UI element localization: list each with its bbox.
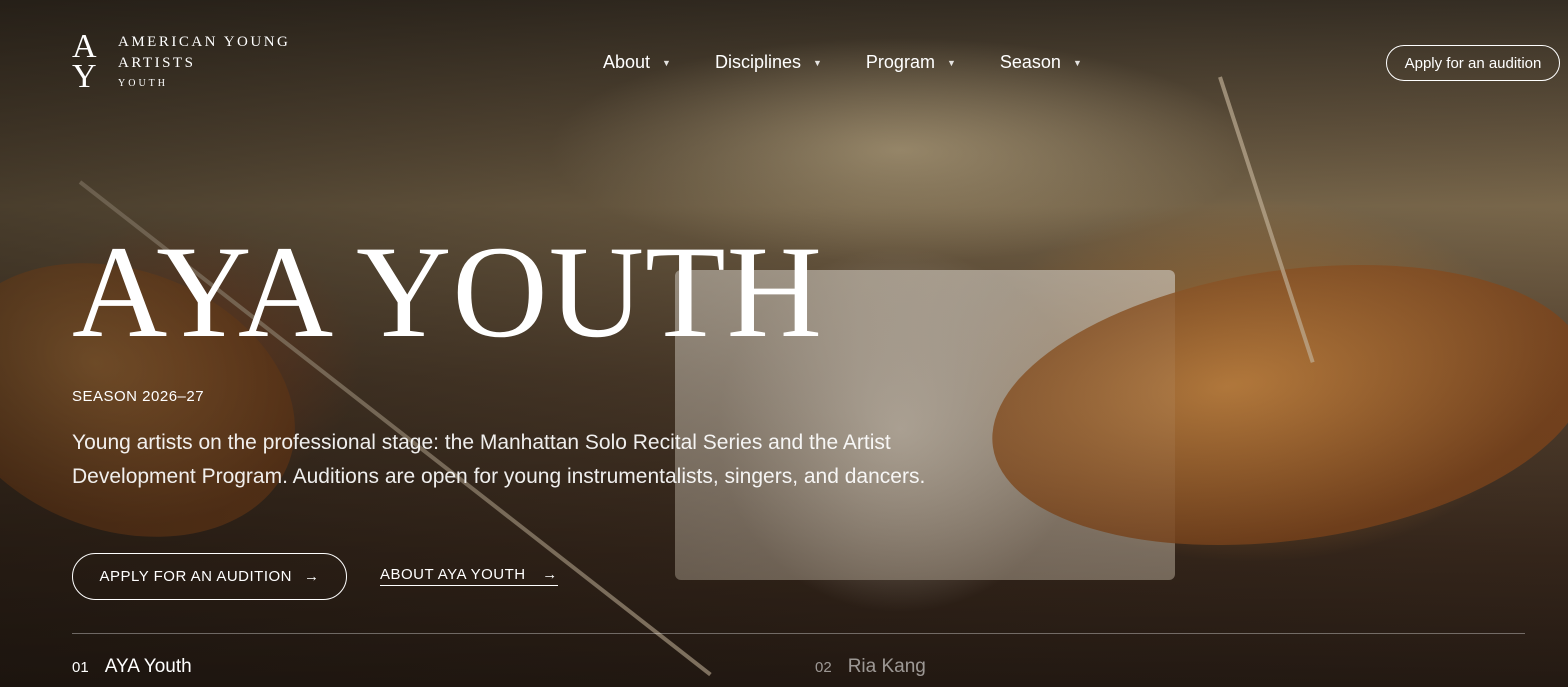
nav-item-label: Program xyxy=(865,52,935,72)
logo-mark-icon: A Y xyxy=(72,30,102,96)
nav-item-about[interactable]: About ▼ xyxy=(603,52,671,73)
nav-item-label: Disciplines xyxy=(714,52,801,72)
logo-line-1: AMERICAN YOUNG xyxy=(118,34,291,50)
logo-wordmark: AMERICAN YOUNG ARTISTS YOUTH xyxy=(118,32,290,94)
page-title: AYA YOUTH xyxy=(72,218,823,365)
slide-tab-ria-kang[interactable]: 02 Ria Kang xyxy=(815,656,926,678)
nav-item-label: Season xyxy=(999,52,1061,72)
slide-number: 01 xyxy=(72,659,89,676)
nav-item-season[interactable]: Season ▼ xyxy=(1000,52,1082,73)
link-label: ABOUT AYA YOUTH xyxy=(380,566,526,583)
about-aya-youth-link[interactable]: ABOUT AYA YOUTH → xyxy=(380,566,558,586)
chevron-down-icon: ▼ xyxy=(946,57,956,68)
arrow-right-icon: → xyxy=(542,566,558,583)
chevron-down-icon: ▼ xyxy=(813,57,822,68)
chevron-down-icon: ▼ xyxy=(1072,57,1082,68)
slide-name: Ria Kang xyxy=(847,656,926,677)
slide-name: AYA Youth xyxy=(104,656,192,677)
arrow-right-icon: → xyxy=(304,568,320,585)
season-label: SEASON 2026–27 xyxy=(72,388,205,405)
chevron-down-icon: ▼ xyxy=(662,57,671,68)
logo-line-3: YOUTH xyxy=(118,78,168,89)
main-nav: About ▼ Disciplines ▼ Program ▼ Season ▼ xyxy=(603,52,1126,73)
nav-item-program[interactable]: Program ▼ xyxy=(866,52,956,73)
nav-item-label: About xyxy=(603,52,651,72)
violin-right xyxy=(974,229,1568,581)
apply-for-audition-button[interactable]: APPLY FOR AN AUDITION → xyxy=(72,553,347,600)
slide-tab-aya-youth[interactable]: 01 AYA Youth xyxy=(72,656,192,678)
apply-audition-button[interactable]: Apply for an audition xyxy=(1386,45,1560,81)
logo-line-2: ARTISTS xyxy=(118,55,196,71)
logo-mark-bottom: Y xyxy=(72,58,97,95)
site-header: A Y AMERICAN YOUNG ARTISTS YOUTH About ▼… xyxy=(0,0,1568,130)
slider-divider xyxy=(72,633,1525,634)
button-label: APPLY FOR AN AUDITION xyxy=(99,568,292,585)
nav-item-disciplines[interactable]: Disciplines ▼ xyxy=(715,52,822,73)
hero-description: Young artists on the professional stage:… xyxy=(72,431,926,488)
brand-logo[interactable]: A Y AMERICAN YOUNG ARTISTS YOUTH xyxy=(72,30,290,96)
slide-number: 02 xyxy=(815,659,832,676)
